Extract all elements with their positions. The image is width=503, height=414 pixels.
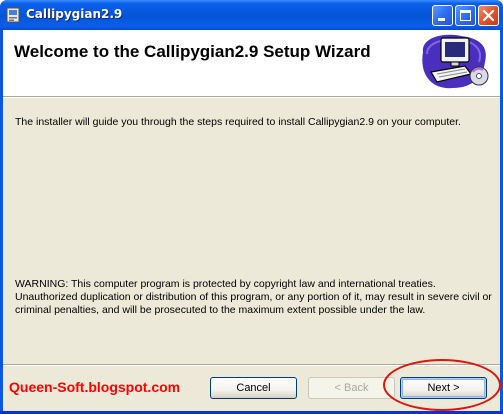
watermark-text: Queen-Soft.blogspot.com [9, 379, 181, 395]
computer-setup-icon [422, 34, 489, 89]
window-title: Callipygian2.9 [26, 7, 123, 21]
page-title: Welcome to the Callipygian2.9 Setup Wiza… [14, 42, 371, 61]
cancel-button[interactable]: Cancel [210, 377, 297, 399]
header-divider [3, 96, 500, 98]
wizard-header: Welcome to the Callipygian2.9 Setup Wiza… [3, 30, 500, 96]
minimize-button[interactable] [432, 5, 453, 26]
installer-app-icon [6, 7, 20, 23]
minimize-icon [438, 18, 445, 21]
close-button[interactable] [478, 5, 499, 26]
copyright-warning: WARNING: This computer program is protec… [15, 278, 492, 316]
close-icon [482, 9, 495, 22]
title-bar[interactable]: Callipygian2.9 [0, 0, 503, 30]
installer-window: Callipygian2.9 Welcome to the Callipygia… [0, 0, 503, 414]
back-button[interactable]: < Back [308, 377, 395, 399]
maximize-button[interactable] [455, 5, 476, 26]
annotation-circle [383, 359, 501, 411]
dialog-client-area: Welcome to the Callipygian2.9 Setup Wiza… [3, 30, 501, 411]
maximize-icon [460, 10, 471, 21]
intro-text: The installer will guide you through the… [15, 116, 461, 128]
